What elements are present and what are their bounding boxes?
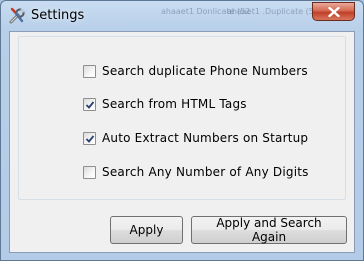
any-digits-checkbox[interactable] <box>83 165 96 179</box>
title-bar[interactable]: Settings ahaaet1 Donlicate (52 ahaaet1 .… <box>1 1 363 31</box>
html-tags-checkbox[interactable] <box>83 97 96 111</box>
window-title: Settings <box>31 8 85 23</box>
auto-extract-checkbox[interactable] <box>83 131 96 145</box>
option-any-digits[interactable]: Search Any Number of Any Digits <box>83 165 309 179</box>
tools-icon[interactable] <box>8 7 26 25</box>
option-label: Search Any Number of Any Digits <box>102 165 309 179</box>
option-html-tags[interactable]: Search from HTML Tags <box>83 97 247 111</box>
close-icon <box>328 7 340 17</box>
option-auto-extract[interactable]: Auto Extract Numbers on Startup <box>83 131 308 145</box>
option-label: Search duplicate Phone Numbers <box>102 64 308 78</box>
options-group: Search duplicate Phone Numbers Search fr… <box>18 36 346 200</box>
option-label: Search from HTML Tags <box>102 97 247 111</box>
settings-window: Settings ahaaet1 Donlicate (52 ahaaet1 .… <box>0 0 364 261</box>
close-button[interactable] <box>312 2 355 21</box>
background-ghost-text: ahaaet1 .Duplicate (51 <box>227 7 319 16</box>
option-label: Auto Extract Numbers on Startup <box>102 131 309 145</box>
option-duplicate-phone[interactable]: Search duplicate Phone Numbers <box>83 64 308 78</box>
apply-and-search-again-button[interactable]: Apply and Search Again <box>191 216 347 244</box>
settings-panel: Search duplicate Phone Numbers Search fr… <box>9 31 355 253</box>
duplicate-phone-checkbox[interactable] <box>83 64 96 78</box>
apply-button[interactable]: Apply <box>110 216 183 244</box>
checkmark-icon <box>85 100 95 109</box>
checkmark-icon <box>85 134 95 143</box>
